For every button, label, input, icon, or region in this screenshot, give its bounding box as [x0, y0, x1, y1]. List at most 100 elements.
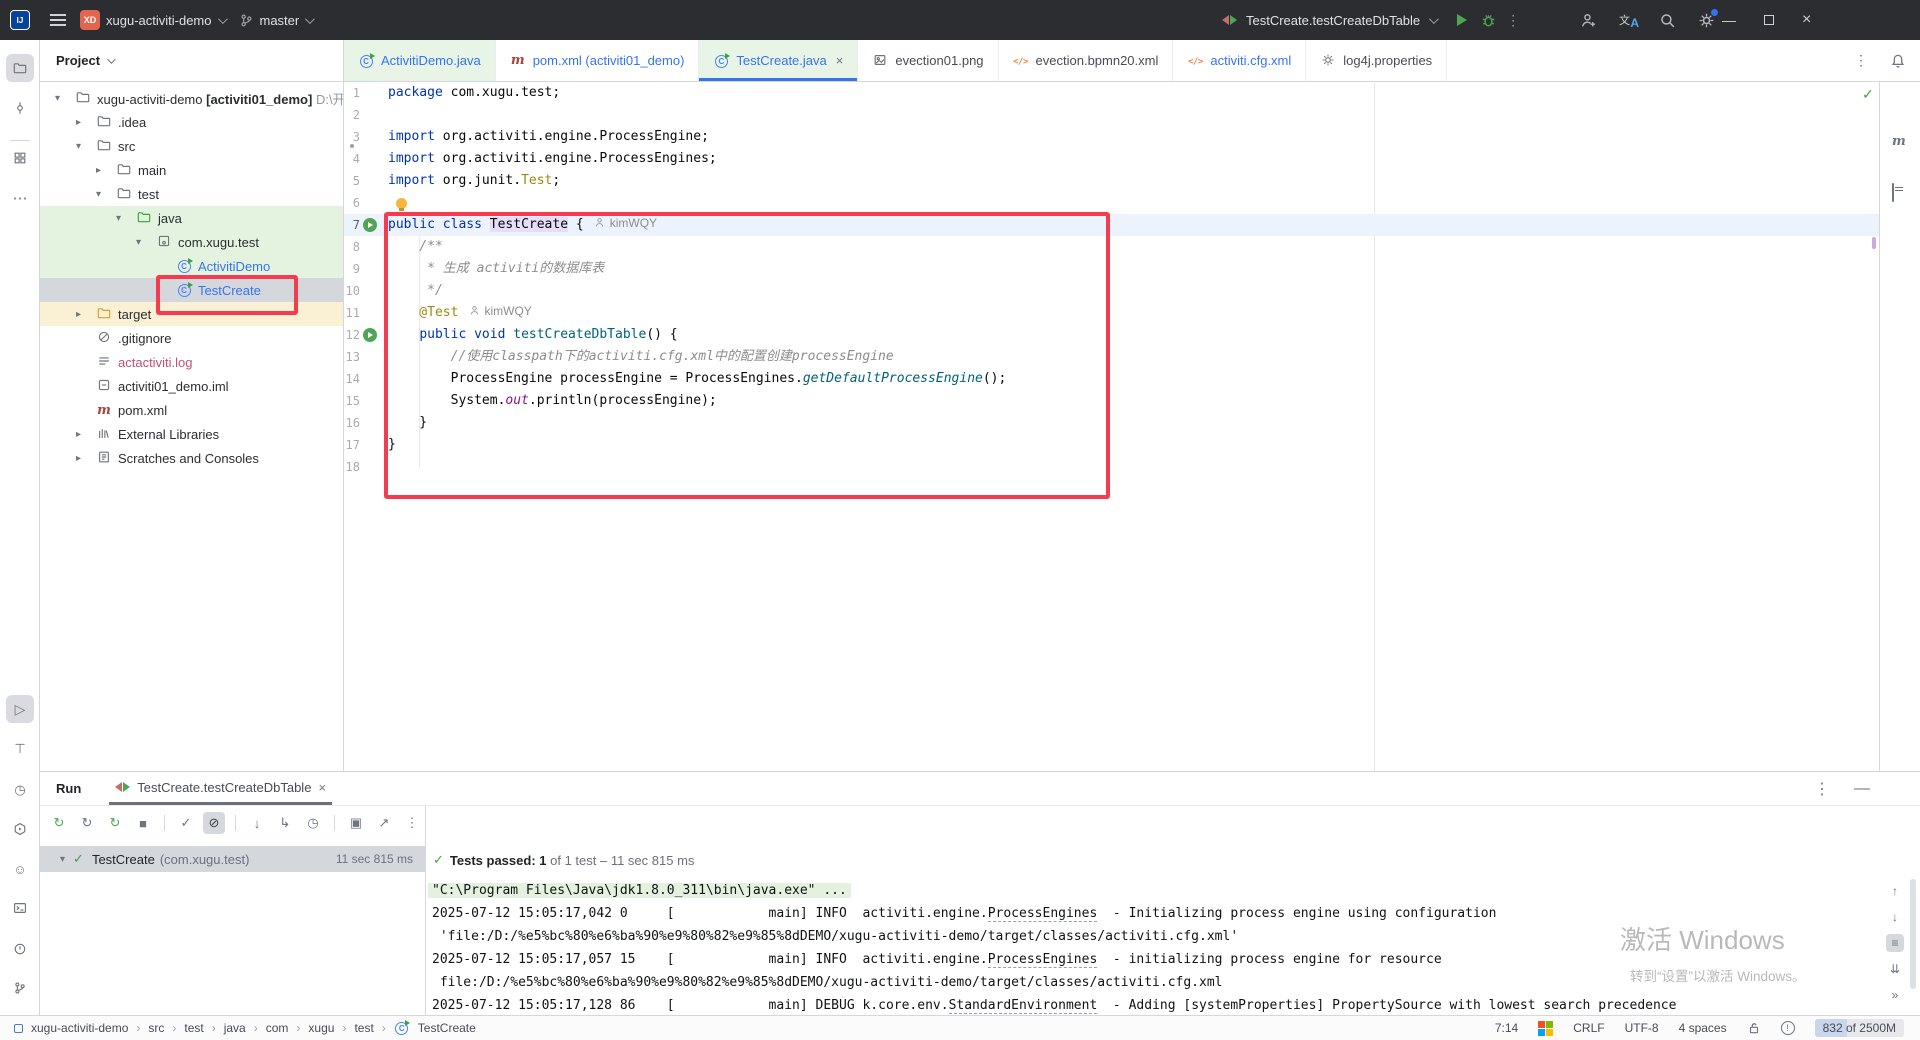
chevron-expanded-icon[interactable]: ▾	[55, 93, 60, 104]
structure-tool-icon[interactable]	[6, 144, 34, 172]
main-menu-icon[interactable]	[50, 14, 66, 26]
soft-wrap-icon[interactable]: ≡	[1886, 934, 1904, 952]
rerun-button[interactable]: ↻	[48, 812, 70, 834]
show-passed-button[interactable]: ✓	[175, 812, 197, 834]
more-console-options-icon[interactable]: »	[1886, 986, 1904, 1004]
minimize-button[interactable]: —	[1722, 12, 1736, 28]
chevron-down-icon[interactable]	[1429, 14, 1439, 24]
code-line-1[interactable]: 1package com.xugu.test;	[344, 82, 1879, 104]
notifications-bell-icon[interactable]	[1890, 53, 1906, 69]
cursor-position[interactable]: 7:14	[1495, 1021, 1518, 1035]
run-gutter-icon[interactable]	[363, 218, 377, 232]
export-button[interactable]: ↗	[373, 812, 395, 834]
tree-item--idea[interactable]: ▸.idea	[40, 110, 343, 134]
assistant-tool-icon[interactable]: ☺	[6, 855, 34, 883]
scroll-to-end-icon[interactable]: ⇊	[1886, 960, 1904, 978]
console-scrollbar[interactable]	[1910, 879, 1916, 989]
panel-divider[interactable]	[425, 806, 426, 1015]
tree-item-main[interactable]: ▸main	[40, 158, 343, 182]
encoding-indicator[interactable]: UTF-8	[1625, 1021, 1659, 1035]
project-widget[interactable]: XD xugu-activiti-demo	[80, 10, 225, 30]
chevron-collapsed-icon[interactable]: ▸	[76, 309, 81, 320]
breadcrumb-item[interactable]: TestCreate	[418, 1021, 476, 1035]
show-ignored-button[interactable]: ⊘	[203, 812, 225, 834]
tree-item--gitignore[interactable]: .gitignore	[40, 326, 343, 350]
project-tool-icon[interactable]	[6, 54, 34, 82]
expand-all-button[interactable]: ↳	[274, 812, 296, 834]
run-configuration[interactable]: TestCreate.testCreateDbTable	[1246, 13, 1420, 28]
breadcrumb-item[interactable]: java	[224, 1021, 246, 1035]
commit-tool-icon[interactable]	[6, 94, 34, 122]
terminal-tool-icon[interactable]	[6, 894, 34, 922]
chevron-expanded-icon[interactable]: ▾	[96, 189, 101, 200]
screenshot-button[interactable]: ▣	[345, 812, 367, 834]
tab-log4j-properties[interactable]: log4j.properties	[1306, 40, 1447, 81]
stop-button[interactable]: ■	[132, 812, 154, 834]
hide-panel-icon[interactable]: —	[1854, 780, 1870, 798]
chevron-collapsed-icon[interactable]: ▸	[76, 117, 81, 128]
maximize-button[interactable]	[1764, 15, 1774, 25]
close-icon[interactable]: ×	[836, 53, 844, 68]
tree-item-external-libraries[interactable]: ▸External Libraries	[40, 422, 343, 446]
chevron-collapsed-icon[interactable]: ▸	[96, 165, 101, 176]
services-tool-icon[interactable]	[6, 815, 34, 843]
indent-indicator[interactable]: 4 spaces	[1679, 1021, 1727, 1035]
tree-item-scratches-and-consoles[interactable]: ▸Scratches and Consoles	[40, 446, 343, 470]
breadcrumb-item[interactable]: xugu-activiti-demo	[31, 1021, 128, 1035]
translate-icon[interactable]: 文A	[1619, 12, 1637, 28]
code-line-3[interactable]: 3import org.activiti.engine.ProcessEngin…	[344, 126, 1879, 148]
more-button[interactable]: ⋮	[401, 812, 423, 834]
add-user-icon[interactable]	[1580, 12, 1597, 29]
error-indicator-icon[interactable]: !	[1781, 1021, 1795, 1035]
chevron-collapsed-icon[interactable]: ▸	[76, 429, 81, 440]
tab-evection01-png[interactable]: evection01.png	[858, 40, 998, 81]
test-tree-row[interactable]: ▾ ✓ TestCreate (com.xugu.test) 11 sec 81…	[40, 846, 425, 872]
tab-options-icon[interactable]: ⋮	[1854, 52, 1868, 69]
chevron-expanded-icon[interactable]: ▾	[136, 237, 141, 248]
run-button[interactable]	[1457, 14, 1467, 26]
breadcrumb-item[interactable]: src	[148, 1021, 164, 1035]
panel-options-icon[interactable]: ⋮	[1814, 779, 1830, 799]
build-tool-icon[interactable]: ⊤	[6, 735, 34, 763]
history-tool-icon[interactable]: ◷	[6, 776, 34, 804]
more-actions-icon[interactable]: ⋮	[1506, 12, 1520, 29]
close-button[interactable]: ×	[1802, 11, 1811, 29]
scroll-up-icon[interactable]: ↑	[1886, 882, 1904, 900]
chevron-expanded-icon[interactable]: ▾	[60, 854, 65, 865]
line-ending-indicator[interactable]: CRLF	[1573, 1021, 1604, 1035]
run-tab[interactable]: TestCreate.testCreateDbTable ×	[109, 772, 332, 805]
chevron-collapsed-icon[interactable]: ▸	[76, 453, 81, 464]
rerun-failed-button[interactable]: ↻	[76, 812, 98, 834]
chevron-expanded-icon[interactable]: ▾	[116, 213, 121, 224]
code-line-4[interactable]: 4import org.activiti.engine.ProcessEngin…	[344, 148, 1879, 170]
breadcrumb-item[interactable]: xugu	[308, 1021, 334, 1035]
tree-item-src[interactable]: ▾src	[40, 134, 343, 158]
tab-activitidemo-java[interactable]: CActivitiDemo.java	[344, 40, 496, 81]
tree-item-test[interactable]: ▾test	[40, 182, 343, 206]
tree-item-pom-xml[interactable]: mpom.xml	[40, 398, 343, 422]
run-gutter-icon[interactable]	[363, 328, 377, 342]
unlock-icon[interactable]	[1747, 1021, 1761, 1035]
toggle-auto-test-button[interactable]: ↻	[104, 812, 126, 834]
tab-activiti-cfg-xml[interactable]: </>activiti.cfg.xml	[1173, 40, 1306, 81]
close-icon[interactable]: ×	[318, 780, 326, 795]
tree-item-com-xugu-test[interactable]: ▾com.xugu.test	[40, 230, 343, 254]
ai-window-icon[interactable]	[1892, 184, 1894, 202]
debug-button[interactable]	[1480, 12, 1497, 29]
tab-evection-bpmn20-xml[interactable]: </>evection.bpmn20.xml	[999, 40, 1174, 81]
branch-widget[interactable]: master	[239, 13, 313, 28]
code-line-6[interactable]: 6	[344, 192, 1879, 214]
tree-item-activiti01-demo-iml[interactable]: activiti01_demo.iml	[40, 374, 343, 398]
sort-by-duration-button[interactable]: ↓	[246, 812, 268, 834]
tab-pom-xml-activiti01-demo-[interactable]: mpom.xml (activiti01_demo)	[496, 40, 700, 81]
run-tool-icon[interactable]: ▷	[6, 695, 34, 723]
tree-item-java[interactable]: ▾java	[40, 206, 343, 230]
more-tool-icon[interactable]: ⋯	[6, 184, 34, 212]
memory-indicator[interactable]: 832 of 2500M	[1815, 1019, 1904, 1037]
chevron-expanded-icon[interactable]: ▾	[76, 141, 81, 152]
project-panel-header[interactable]: Project	[40, 40, 343, 82]
problems-tool-icon[interactable]	[6, 935, 34, 963]
code-line-5[interactable]: 5import org.junit.Test;	[344, 170, 1879, 192]
scroll-down-icon[interactable]: ↓	[1886, 908, 1904, 926]
search-icon[interactable]	[1659, 12, 1676, 29]
